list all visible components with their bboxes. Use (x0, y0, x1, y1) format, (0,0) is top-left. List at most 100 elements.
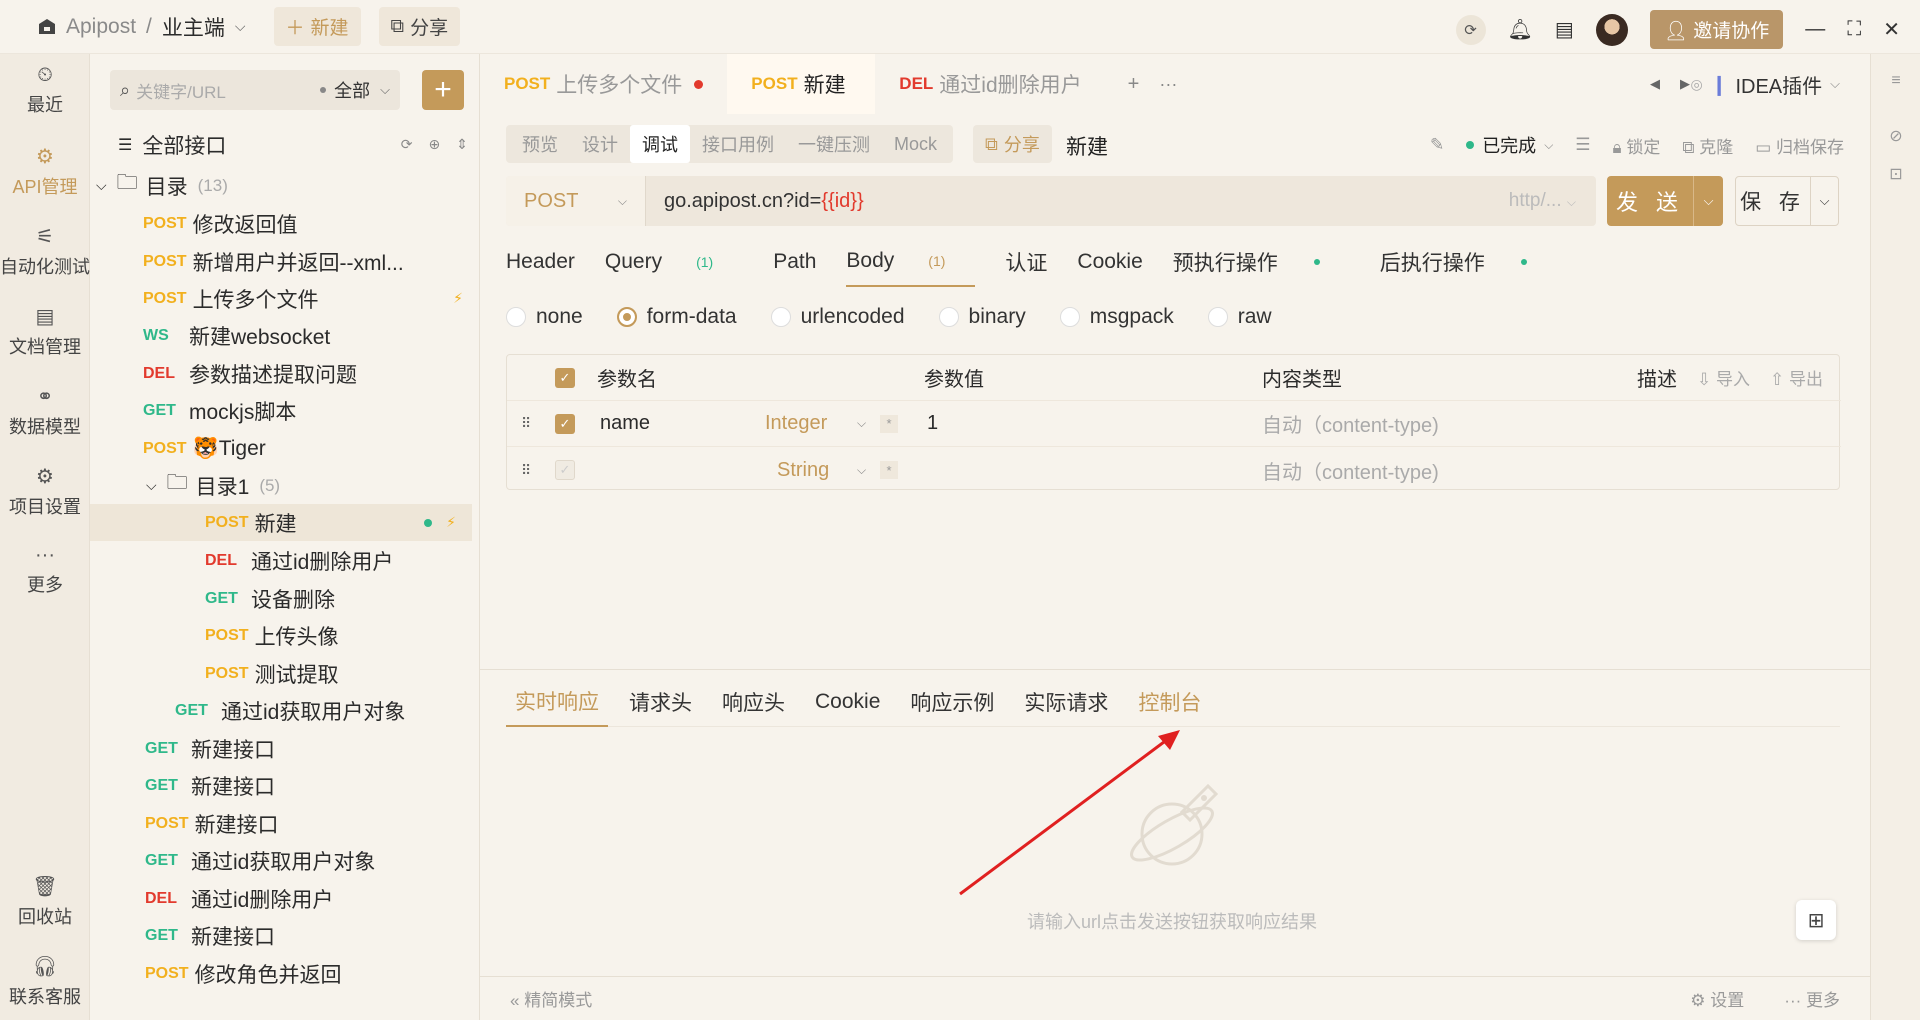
tab-query[interactable]: Query (1) (605, 237, 743, 287)
tab-response-example[interactable]: 响应示例 (901, 677, 1003, 727)
search-input[interactable]: 关键字/URL (136, 78, 320, 103)
tab-mock[interactable]: Mock (882, 128, 949, 161)
align-icon[interactable]: ☰ (1575, 135, 1590, 155)
compact-mode-toggle[interactable]: « 精简模式 (510, 986, 592, 1011)
chevron-down-icon[interactable]: ⌵ (235, 18, 246, 35)
tree-item[interactable]: POST 测试提取 (205, 655, 339, 692)
tab-preview[interactable]: 预览 (510, 125, 570, 163)
bell-icon[interactable]: 🔔︎ (1508, 17, 1533, 42)
menu-icon[interactable]: ≡ (1871, 72, 1920, 90)
required-star-icon[interactable]: * (880, 414, 898, 433)
tab-post-script[interactable]: 后执行操作 (1380, 237, 1557, 287)
tree-item[interactable]: DEL 通过id删除用户 (205, 542, 393, 579)
rail-item-model[interactable]: ⚭ 数据模型 (0, 384, 90, 439)
tree-item[interactable]: GET 新建接口 (145, 917, 275, 954)
method-select[interactable]: POST ⌵ (506, 176, 646, 226)
radio-binary[interactable]: binary (938, 305, 1026, 329)
tab-cookie[interactable]: Cookie (1077, 237, 1142, 287)
required-star-icon[interactable]: * (880, 461, 898, 479)
import-button[interactable]: ⇩ 导入 (1697, 365, 1750, 390)
tab-body[interactable]: Body (1) (846, 237, 976, 287)
tree-item[interactable]: POST 新建接口 (145, 805, 279, 842)
param-type-select[interactable]: String (777, 459, 829, 482)
scope-select[interactable]: 全部 (334, 77, 370, 103)
rail-item-support[interactable]: 🎧︎ 联系客服 (0, 954, 90, 1009)
drag-handle-icon[interactable]: ⠿ (521, 415, 531, 432)
tab-delete-user[interactable]: DEL 通过id删除用户 (875, 54, 1105, 114)
tree-folder-sub[interactable]: ⌵ 🗀 目录1 (5) (146, 467, 280, 504)
next-tab-icon[interactable]: ▶ (1680, 76, 1690, 92)
rail-item-docs[interactable]: ▤ 文档管理 (0, 304, 90, 359)
param-name-input[interactable]: name (600, 412, 650, 435)
add-tab-icon[interactable]: + (1128, 73, 1140, 96)
rail-item-api[interactable]: ⚙ API管理 (0, 144, 90, 199)
chevron-down-icon[interactable]: ⌵ (380, 82, 390, 98)
rail-item-recent[interactable]: ⏲ 最近 (0, 64, 90, 117)
tree-item[interactable]: GET 通过id获取用户对象 (175, 692, 405, 729)
check-circle-icon[interactable]: ⊘ (1871, 126, 1920, 146)
radio-form-data[interactable]: form-data (616, 305, 737, 329)
env-select[interactable]: http/... ⌵ (1509, 190, 1576, 212)
row-checkbox[interactable]: ✓ (555, 460, 575, 480)
chevron-down-icon[interactable]: ⌵ (857, 416, 866, 431)
save-button[interactable]: 保 存 ⌵ (1735, 176, 1839, 226)
lock-button[interactable]: 🔒︎ 锁定 (1613, 133, 1661, 158)
code-icon[interactable]: ⊡ (1871, 164, 1920, 184)
param-type-select[interactable]: Integer (765, 412, 827, 435)
panel-divider[interactable] (480, 669, 1870, 670)
tree-item[interactable]: GET 通过id获取用户对象 (145, 842, 375, 879)
tab-response-cookie[interactable]: Cookie (806, 677, 889, 727)
tree-item[interactable]: GET 新建接口 (145, 730, 275, 767)
refresh-icon[interactable]: ⟳ (401, 136, 413, 153)
plugin-selector[interactable]: ◎ ❙ IDEA插件 ⌵ (1690, 70, 1840, 99)
tab-new[interactable]: POST 新建 (727, 54, 876, 114)
avatar[interactable] (1595, 13, 1628, 46)
tree-item[interactable]: GET 设备删除 (205, 580, 335, 617)
tab-cases[interactable]: 接口用例 (690, 125, 786, 163)
clone-button[interactable]: ⧉ 克隆 (1682, 133, 1733, 158)
archive-button[interactable]: ▭ 归档保存 (1755, 133, 1844, 158)
tab-header[interactable]: Header (506, 237, 575, 287)
add-api-button[interactable]: + (422, 70, 464, 110)
content-type-input[interactable]: 自动（content-type) (1262, 409, 1439, 438)
tab-design[interactable]: 设计 (570, 125, 630, 163)
locate-icon[interactable]: ⊕ (429, 136, 441, 153)
tab-debug[interactable]: 调试 (630, 125, 690, 163)
tab-request-headers[interactable]: 请求头 (620, 677, 701, 727)
tree-item[interactable]: DEL 通过id删除用户 (145, 880, 333, 917)
rail-item-automation[interactable]: ⚟ 自动化测试 (0, 224, 90, 279)
select-all-checkbox[interactable]: ✓ (555, 367, 575, 388)
radio-raw[interactable]: raw (1207, 305, 1272, 329)
tree-item[interactable]: GET mockjs脚本 (143, 392, 296, 429)
url-input[interactable]: go.apipost.cn?id={{id}} (664, 190, 1509, 213)
tab-path[interactable]: Path (773, 237, 816, 287)
more-tabs-icon[interactable]: ··· (1159, 74, 1177, 95)
radio-urlencoded[interactable]: urlencoded (770, 305, 905, 329)
send-dropdown-icon[interactable]: ⌵ (1693, 176, 1723, 226)
share-button[interactable]: ⧉ 分享 (378, 7, 461, 46)
tree-item[interactable]: POST 🐯Tiger (143, 430, 266, 467)
tree-item[interactable]: POST 上传头像 (205, 617, 339, 654)
save-dropdown-icon[interactable]: ⌵ (1810, 177, 1838, 225)
tab-actual-request[interactable]: 实际请求 (1015, 677, 1117, 727)
maximize-icon[interactable]: ⛶ (1847, 18, 1861, 41)
content-type-input[interactable]: 自动（content-type) (1262, 456, 1439, 485)
tab-pre-script[interactable]: 预执行操作 (1173, 237, 1350, 287)
minimize-icon[interactable]: — (1805, 18, 1825, 41)
radio-msgpack[interactable]: msgpack (1059, 305, 1174, 329)
tab-stress[interactable]: 一键压测 (786, 125, 882, 163)
radio-none[interactable]: none (506, 305, 583, 329)
tree-all-apis[interactable]: ☰ 全部接口 ⟳ ⊕ ⇕ (118, 126, 468, 163)
project-selector[interactable]: 业主端 (162, 12, 225, 42)
settings-button[interactable]: ⚙ 设置 (1690, 986, 1744, 1011)
chevron-down-icon[interactable]: ⌵ (857, 463, 866, 478)
tab-auth[interactable]: 认证 (1005, 237, 1047, 287)
invite-button[interactable]: 👤︎ 邀请协作 (1649, 10, 1784, 49)
sync-icon[interactable]: ⟳ (1455, 14, 1486, 45)
close-icon[interactable]: ✕ (1883, 17, 1900, 42)
tree-item[interactable]: POST 修改返回值 (143, 205, 298, 242)
more-button[interactable]: ··· 更多 (1784, 986, 1840, 1011)
tab-console[interactable]: 控制台 (1129, 677, 1210, 727)
new-button[interactable]: ＋ 新建 (273, 7, 361, 46)
tree-item[interactable]: DEL 参数描述提取问题 (143, 355, 357, 392)
